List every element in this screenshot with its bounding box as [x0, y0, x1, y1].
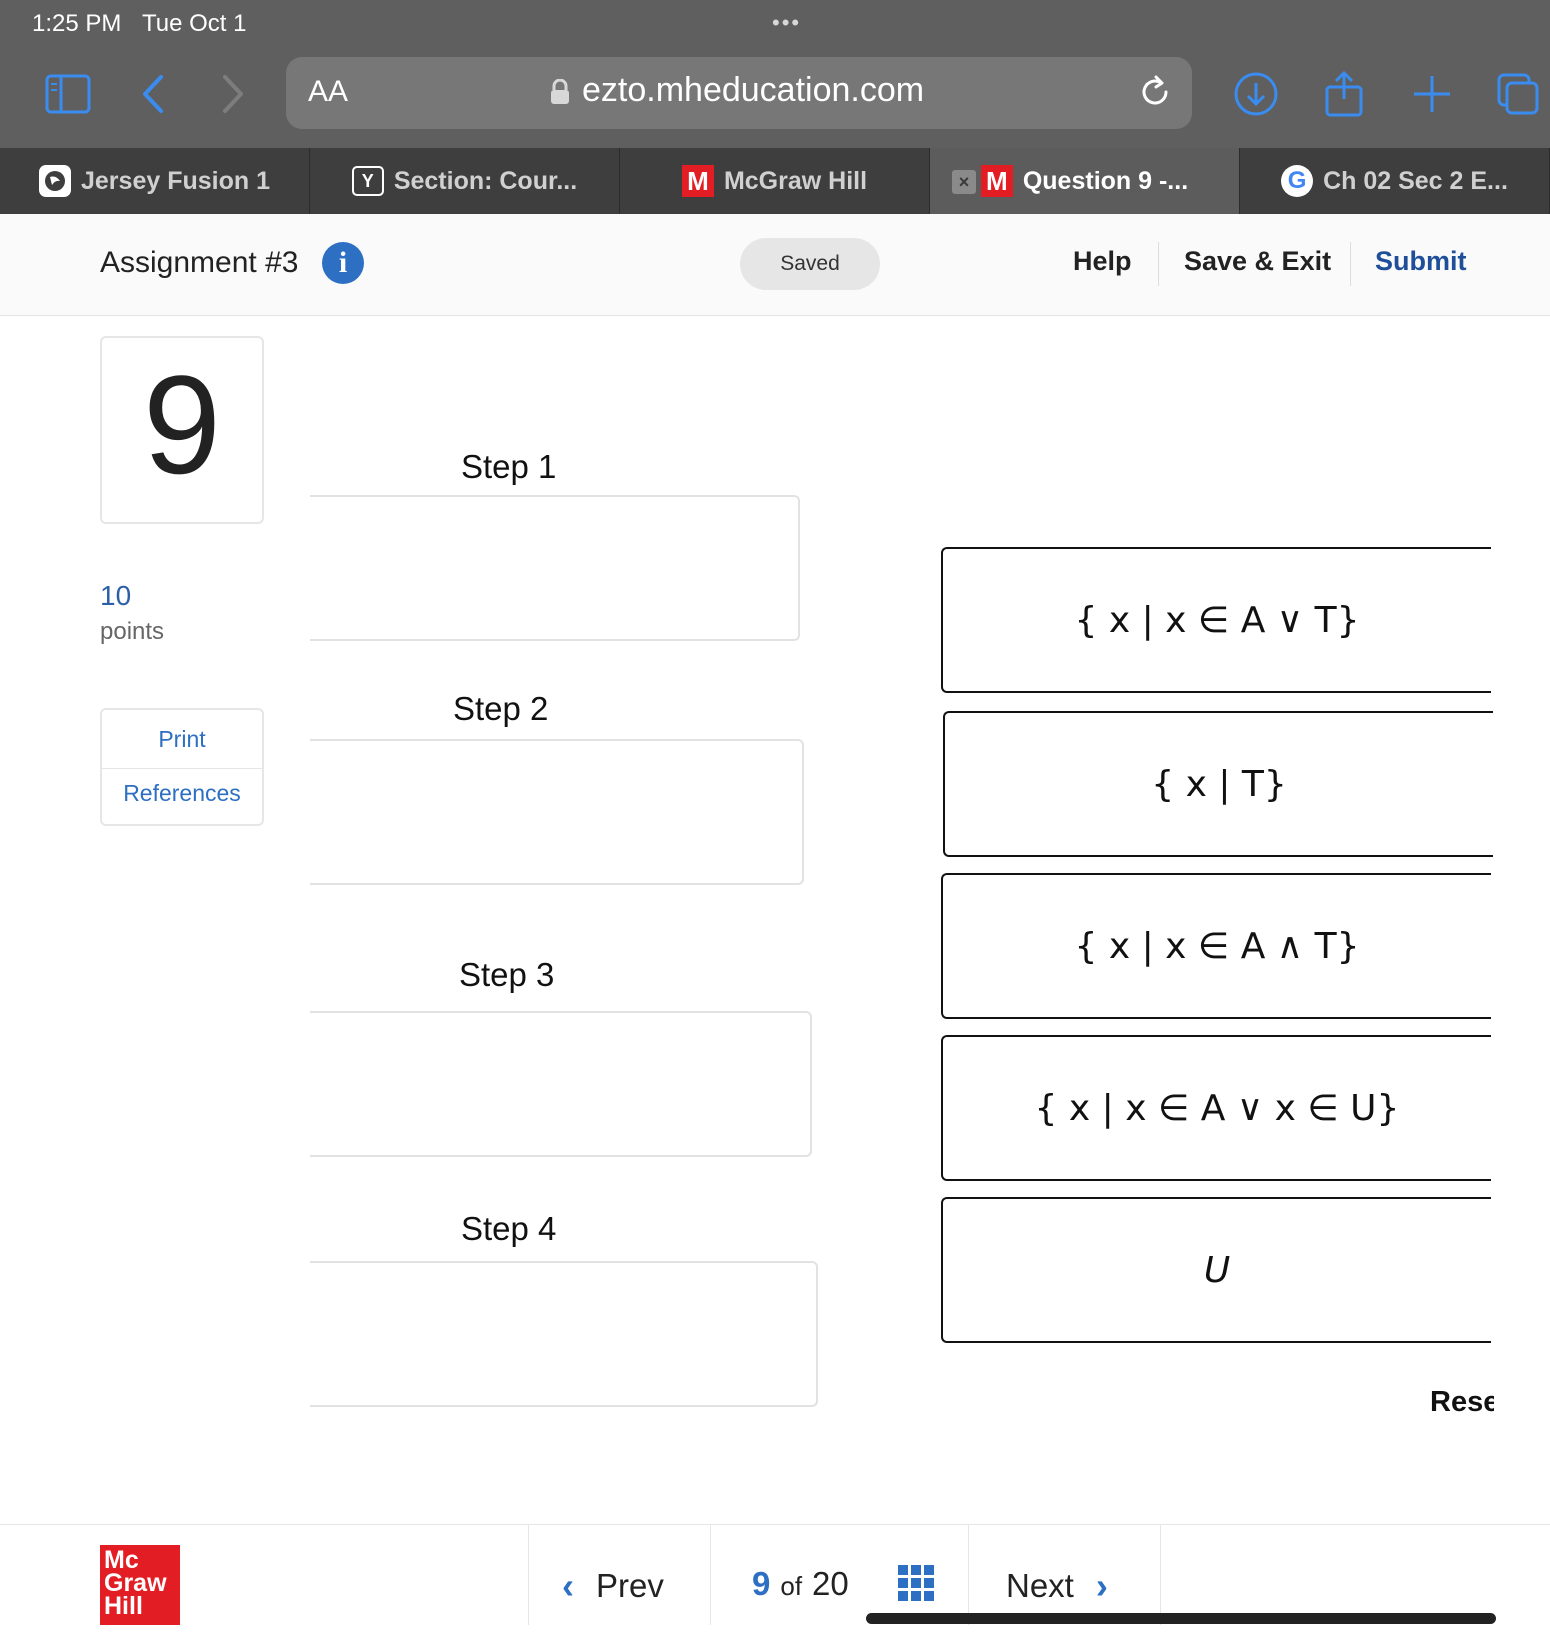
footer-divider — [710, 1525, 711, 1625]
tab-title: Section: Cour... — [393, 166, 578, 195]
answer-option-tile[interactable]: { x | x ∈ A ∧ T} — [941, 873, 1491, 1019]
forward-icon[interactable] — [208, 70, 256, 118]
question-number: 9 — [143, 346, 221, 503]
tabs-overview-icon[interactable] — [1494, 70, 1542, 118]
address-bar[interactable]: AA ezto.mheducation.com — [286, 57, 1192, 129]
multitask-dots[interactable]: ••• — [772, 10, 801, 36]
saved-status-badge: Saved — [740, 238, 880, 290]
logo-line: Hill — [104, 1592, 143, 1620]
option-text: U — [1203, 1249, 1231, 1291]
jersey-fusion-favicon-icon — [39, 165, 71, 197]
step-3-label: Step 3 — [459, 956, 555, 993]
assignment-title: Assignment #3 — [100, 246, 299, 279]
help-button[interactable]: Help — [1073, 246, 1132, 277]
of-label: of — [780, 1571, 803, 1601]
home-indicator[interactable] — [866, 1613, 1496, 1624]
y-favicon-icon: Y — [351, 166, 384, 196]
mcgraw-hill-favicon-icon: M — [980, 165, 1013, 197]
reset-button[interactable]: Reset — [1430, 1386, 1494, 1419]
footer-divider — [1160, 1525, 1161, 1625]
next-label: Next — [1006, 1567, 1074, 1604]
footer-divider — [968, 1525, 969, 1625]
points-value: 10 — [100, 580, 132, 611]
text-size-button[interactable]: AA — [308, 75, 348, 109]
url-text[interactable]: ezto.mheducation.com — [582, 71, 924, 110]
status-time: 1:25 PM — [32, 10, 122, 37]
print-link[interactable]: Print — [102, 726, 262, 753]
header-divider — [1350, 242, 1351, 286]
step-2-drop-zone[interactable] — [310, 739, 804, 885]
answer-option-tile[interactable]: U — [941, 1197, 1491, 1343]
new-tab-icon[interactable] — [1408, 70, 1456, 118]
lock-icon — [551, 79, 569, 104]
tools-divider — [102, 768, 262, 769]
question-grid-icon[interactable] — [898, 1565, 934, 1601]
sidebar-icon[interactable] — [44, 70, 92, 118]
tab-ch02-sec2[interactable]: G Ch 02 Sec 2 E... — [1240, 148, 1550, 214]
answer-option-tile[interactable]: { x | T} — [943, 711, 1493, 857]
step-4-label: Step 4 — [461, 1210, 557, 1247]
prev-button[interactable]: ‹ Prev — [562, 1565, 664, 1607]
save-exit-button[interactable]: Save & Exit — [1184, 246, 1331, 277]
mcgraw-hill-favicon-icon: M — [681, 165, 714, 197]
tab-title: Ch 02 Sec 2 E... — [1323, 166, 1508, 195]
answer-option-tile[interactable]: { x | x ∈ A ∨ x ∈ U} — [941, 1035, 1491, 1181]
submit-button[interactable]: Submit — [1375, 246, 1467, 277]
tab-section-course[interactable]: Y Section: Cour... — [310, 148, 620, 214]
question-number-card: 9 — [100, 336, 264, 524]
chevron-right-icon: › — [1095, 1565, 1108, 1606]
page-indicator[interactable]: 9 of 20 — [752, 1565, 849, 1603]
references-link[interactable]: References — [102, 780, 262, 807]
tab-question-9[interactable]: × M Question 9 -... — [930, 148, 1240, 214]
status-date: Tue Oct 1 — [142, 10, 247, 37]
share-icon[interactable] — [1320, 70, 1368, 118]
tab-jersey-fusion[interactable]: Jersey Fusion 1 — [0, 148, 310, 214]
header-divider — [1158, 242, 1159, 286]
total-pages: 20 — [812, 1565, 849, 1602]
google-favicon-icon: G — [1281, 165, 1314, 197]
browser-chrome: 1:25 PM Tue Oct 1 ••• AA ezto.mheducatio… — [0, 0, 1550, 148]
step-3-drop-zone[interactable] — [310, 1011, 812, 1157]
question-tools: Print References — [100, 708, 264, 826]
option-text: { x | T} — [1151, 763, 1287, 805]
step-1-drop-zone[interactable] — [310, 495, 800, 641]
current-page: 9 — [752, 1565, 771, 1602]
app-page: 1:25 PM Tue Oct 1 ••• AA ezto.mheducatio… — [0, 0, 1550, 1640]
assignment-header: Assignment #3 i Saved Help Save & Exit S… — [0, 214, 1550, 316]
close-tab-icon[interactable]: × — [952, 170, 976, 194]
next-button[interactable]: Next › — [1006, 1565, 1108, 1607]
answer-option-tile[interactable]: { x | x ∈ A ∨ T} — [941, 547, 1491, 693]
tab-title: McGraw Hill — [723, 166, 868, 195]
mcgraw-hill-logo: Mc Graw Hill — [100, 1545, 180, 1625]
points-label: points — [100, 618, 165, 645]
step-4-drop-zone[interactable] — [310, 1261, 818, 1407]
tab-title: Question 9 -... — [1022, 166, 1189, 195]
tab-strip: Jersey Fusion 1 Y Section: Cour... M McG… — [0, 148, 1550, 214]
option-text: { x | x ∈ A ∧ T} — [1074, 925, 1360, 967]
footer-divider — [528, 1525, 529, 1625]
option-text: { x | x ∈ A ∨ T} — [1074, 599, 1360, 641]
tab-mcgraw-hill[interactable]: M McGraw Hill — [620, 148, 930, 214]
option-text: { x | x ∈ A ∨ x ∈ U} — [1034, 1087, 1400, 1129]
reload-icon[interactable] — [1136, 73, 1174, 111]
back-icon[interactable] — [130, 70, 178, 118]
step-2-label: Step 2 — [453, 690, 549, 727]
step-1-label: Step 1 — [461, 448, 557, 485]
tab-title: Jersey Fusion 1 — [81, 166, 270, 195]
prev-label: Prev — [596, 1567, 664, 1604]
download-icon[interactable] — [1232, 70, 1280, 118]
chevron-left-icon: ‹ — [562, 1565, 574, 1606]
info-icon[interactable]: i — [322, 242, 364, 284]
